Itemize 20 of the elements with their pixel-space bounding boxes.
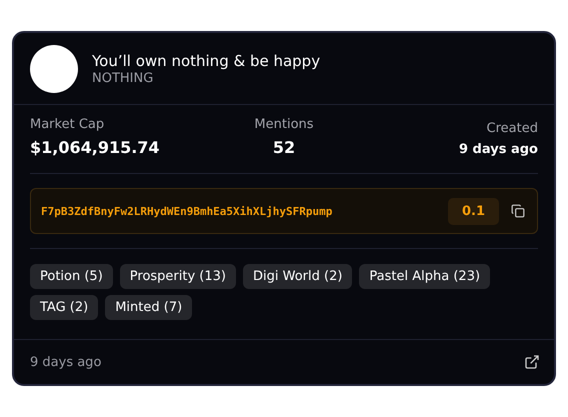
tag: Pastel Alpha (23) xyxy=(359,264,490,289)
tag: Prosperity (13) xyxy=(120,264,236,289)
footer-time: 9 days ago xyxy=(30,354,102,370)
stat-value: 52 xyxy=(272,138,296,157)
token-name: You’ll own nothing & be happy xyxy=(92,52,320,70)
token-symbol: NOTHING xyxy=(92,70,154,86)
stat-value: 9 days ago xyxy=(458,142,538,157)
amount-badge: 0.1 xyxy=(448,198,499,224)
stat-label: Mentions xyxy=(254,117,314,132)
stat-value: $1,064,915.74 xyxy=(30,138,160,157)
avatar xyxy=(30,44,78,92)
copy-icon[interactable] xyxy=(509,202,527,220)
stat-label: Market Cap xyxy=(30,117,104,132)
tag: Digi World (2) xyxy=(243,264,352,289)
stat-label: Created xyxy=(486,121,538,136)
tag: Minted (7) xyxy=(105,295,192,320)
external-link-icon[interactable] xyxy=(524,354,540,370)
tag: TAG (2) xyxy=(30,295,98,320)
contract-address: F7pB3ZdfBnyFw2LRHydWEn9BmhEa5XihXLjhySFRpump xyxy=(41,204,334,218)
tag: Potion (5) xyxy=(30,264,113,289)
